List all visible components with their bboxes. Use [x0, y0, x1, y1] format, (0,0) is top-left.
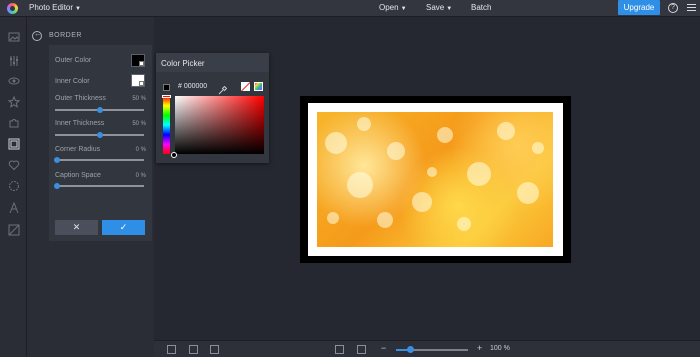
star-icon[interactable] [8, 96, 20, 108]
app-title-menu[interactable]: Photo Editor ▼ [29, 3, 81, 12]
color-picker-title: Color Picker [156, 53, 269, 72]
outer-thickness-slider[interactable] [55, 107, 144, 113]
outer-color-swatch[interactable] [131, 54, 145, 67]
color-picker-popup: Color Picker # 000000 [156, 53, 269, 163]
heart-icon[interactable] [8, 159, 20, 171]
badge-icon[interactable] [8, 180, 20, 192]
apply-button[interactable]: ✓ [102, 220, 145, 235]
no-color-icon[interactable] [241, 82, 250, 91]
slider-handle[interactable] [54, 183, 60, 189]
caption-space-slider[interactable] [54, 183, 144, 189]
slider-handle[interactable] [97, 107, 103, 113]
border-panel: BORDER Outer Color Inner Color Outer Thi… [27, 17, 154, 357]
photo-image[interactable] [317, 112, 553, 247]
inner-thickness-slider[interactable] [55, 132, 144, 138]
hue-slider[interactable] [163, 96, 170, 154]
caption-space-value: 0 % [135, 173, 146, 179]
zoom-slider[interactable] [396, 346, 468, 353]
outer-thickness-label: Outer Thickness [55, 95, 106, 102]
dropdown-icon [139, 81, 144, 86]
history-icon[interactable] [189, 345, 198, 354]
inner-color-label: Inner Color [55, 78, 90, 85]
back-arrow-icon[interactable] [32, 29, 42, 41]
caption-space-label: Caption Space [55, 172, 101, 179]
hamburger-menu-icon[interactable] [687, 4, 696, 12]
hue-slider-handle[interactable] [162, 95, 171, 98]
corner-radius-slider[interactable] [54, 157, 144, 163]
open-menu-label: Open [379, 3, 399, 12]
open-menu[interactable]: Open ▼ [379, 3, 407, 12]
zoom-level: 100 % [490, 345, 510, 352]
border-settings: Outer Color Inner Color Outer Thickness … [49, 45, 152, 241]
chevron-down-icon: ▼ [400, 6, 407, 12]
texture-icon[interactable] [8, 224, 20, 236]
inner-color-swatch[interactable] [131, 74, 145, 87]
batch-menu-label: Batch [471, 3, 492, 12]
hex-input[interactable]: # 000000 [178, 83, 207, 90]
save-menu-label: Save [426, 3, 445, 12]
fit-screen-icon[interactable] [335, 345, 344, 354]
app-title-label: Photo Editor [29, 3, 74, 12]
corner-radius-value: 0 % [135, 147, 146, 153]
corner-radius-label: Corner Radius [55, 146, 101, 153]
save-menu[interactable]: Save ▼ [426, 3, 452, 12]
chevron-down-icon: ▼ [75, 6, 81, 12]
zoom-in-button[interactable]: + [477, 343, 482, 353]
upgrade-button[interactable]: Upgrade [618, 0, 660, 15]
app-logo-icon [7, 3, 18, 14]
image-tool-icon[interactable] [8, 31, 20, 43]
outer-thickness-value: 50 % [132, 96, 146, 102]
chevron-down-icon: ▼ [446, 6, 453, 12]
inner-thickness-label: Inner Thickness [55, 120, 105, 127]
batch-menu[interactable]: Batch [471, 3, 491, 12]
frame-border-icon[interactable] [8, 138, 20, 150]
grid-icon[interactable] [210, 345, 219, 354]
eyedropper-icon[interactable] [218, 82, 228, 95]
slider-handle[interactable] [97, 132, 103, 138]
canvas-outer-border[interactable] [300, 96, 571, 263]
canvas-inner-border [308, 103, 563, 256]
current-color-swatch [163, 84, 170, 91]
color-spectrum-icon[interactable] [254, 82, 263, 91]
text-icon[interactable] [8, 202, 20, 214]
zoom-out-button[interactable]: − [381, 343, 386, 353]
dropdown-icon [139, 61, 144, 66]
inner-thickness-value: 50 % [132, 121, 146, 127]
tool-rail [0, 17, 27, 357]
layers-icon[interactable] [167, 345, 176, 354]
puzzle-icon[interactable] [8, 117, 20, 129]
top-bar: Photo Editor ▼ Open ▼ Save ▼ Batch Upgrade … [0, 0, 700, 17]
actual-size-icon[interactable] [357, 345, 366, 354]
eye-icon[interactable] [8, 75, 20, 87]
cancel-button[interactable]: ✕ [55, 220, 98, 235]
bottom-bar: − + 100 % [154, 340, 700, 357]
outer-color-label: Outer Color [55, 57, 92, 64]
zoom-slider-handle[interactable] [407, 346, 415, 353]
adjust-sliders-icon[interactable] [8, 55, 20, 67]
saturation-value-area[interactable] [175, 96, 264, 154]
slider-handle[interactable] [54, 157, 60, 163]
color-selector-handle[interactable] [171, 152, 177, 158]
panel-title: BORDER [49, 32, 82, 39]
help-icon[interactable]: ? [668, 3, 678, 13]
